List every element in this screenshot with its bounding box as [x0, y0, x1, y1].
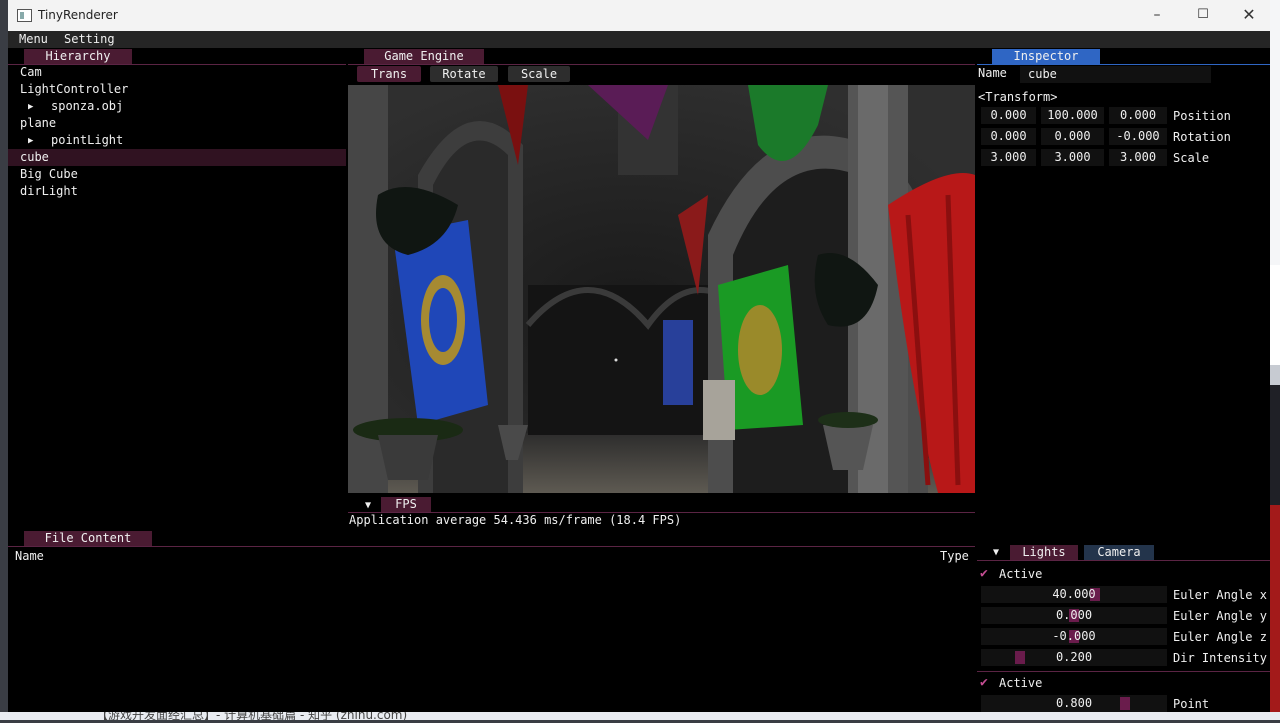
tab-hierarchy[interactable]: Hierarchy — [24, 49, 132, 64]
euler-z-slider[interactable]: -0.000 — [981, 628, 1167, 645]
dir-intensity-slider[interactable]: 0.200 — [981, 649, 1167, 666]
slider-grab[interactable] — [1015, 651, 1025, 664]
tab-file-content[interactable]: File Content — [24, 531, 152, 546]
dir-light-active-label: Active — [999, 567, 1043, 581]
file-column-type[interactable]: Type — [940, 549, 969, 563]
hierarchy-selection-highlight — [8, 149, 346, 166]
scale-x-field[interactable]: 3.000 — [981, 149, 1036, 166]
object-name-input[interactable]: cube — [1020, 66, 1211, 83]
lights-separator — [977, 671, 1270, 672]
dir-intensity-label: Dir Intensity — [1173, 651, 1267, 665]
hierarchy-item-sponza[interactable]: sponza.obj — [51, 99, 123, 113]
point-intensity-slider[interactable]: 0.800 — [981, 695, 1167, 712]
scene-viewport[interactable] — [348, 85, 975, 493]
maximize-button[interactable]: ☐ — [1183, 4, 1223, 26]
window-title: TinyRenderer — [38, 8, 118, 22]
close-button[interactable]: ✕ — [1229, 4, 1269, 26]
euler-y-slider[interactable]: 0.000 — [981, 607, 1167, 624]
fps-readout: Application average 54.436 ms/frame (18.… — [349, 513, 682, 527]
trans-tool-button[interactable]: Trans — [357, 66, 421, 82]
title-bar: TinyRenderer – ☐ ✕ — [8, 0, 1270, 31]
expand-arrow-icon[interactable]: ▶ — [28, 102, 33, 112]
hierarchy-item-big-cube[interactable]: Big Cube — [20, 167, 78, 181]
background-window-edge — [1270, 0, 1280, 720]
tab-camera[interactable]: Camera — [1084, 545, 1154, 560]
inspector-name-label: Name — [978, 66, 1007, 80]
fps-collapse-icon[interactable]: ▼ — [365, 500, 371, 511]
tab-lights[interactable]: Lights — [1010, 545, 1078, 560]
euler-x-label: Euler Angle x — [1173, 588, 1267, 602]
minimize-button[interactable]: – — [1137, 4, 1177, 26]
hierarchy-item-cube[interactable]: cube — [20, 150, 49, 164]
lights-collapse-icon[interactable]: ▼ — [993, 547, 999, 558]
rotation-y-field[interactable]: 0.000 — [1041, 128, 1104, 145]
rotation-x-field[interactable]: 0.000 — [981, 128, 1036, 145]
menu-bar: Menu Setting — [8, 31, 1270, 48]
point-intensity-label: Point Intensit — [1173, 697, 1231, 712]
scale-tool-button[interactable]: Scale — [508, 66, 570, 82]
rotation-label: Rotation — [1173, 130, 1231, 144]
scale-y-field[interactable]: 3.000 — [1041, 149, 1104, 166]
position-label: Position — [1173, 109, 1231, 123]
position-z-field[interactable]: 0.000 — [1109, 107, 1167, 124]
hierarchy-item-lightcontroller[interactable]: LightController — [20, 82, 128, 96]
dir-light-active-checkbox[interactable]: ✔ — [980, 566, 988, 581]
expand-arrow-icon[interactable]: ▶ — [28, 136, 33, 146]
rendered-scene-image — [348, 85, 975, 493]
hierarchy-item-cam[interactable]: Cam — [20, 65, 42, 79]
file-column-name[interactable]: Name — [15, 549, 44, 563]
engine-tab-underline — [348, 64, 975, 65]
slider-grab[interactable] — [1120, 697, 1130, 710]
point-light-active-checkbox[interactable]: ✔ — [980, 675, 988, 690]
file-tab-underline — [8, 546, 975, 547]
transform-header: <Transform> — [978, 90, 1058, 104]
tab-inspector[interactable]: Inspector — [992, 49, 1100, 64]
scale-label: Scale — [1173, 151, 1210, 165]
lights-tab-underline — [977, 560, 1270, 561]
tab-fps[interactable]: FPS — [381, 497, 431, 512]
hierarchy-item-pointlight[interactable]: pointLight — [51, 133, 123, 147]
menu-item-menu[interactable]: Menu — [19, 32, 48, 46]
euler-x-slider[interactable]: 40.000 — [981, 586, 1167, 603]
rotation-z-field[interactable]: -0.000 — [1109, 128, 1167, 145]
tab-game-engine[interactable]: Game Engine — [364, 49, 484, 64]
point-light-active-label: Active — [999, 676, 1043, 690]
app-icon — [17, 9, 32, 22]
rotate-tool-button[interactable]: Rotate — [430, 66, 498, 82]
position-y-field[interactable]: 100.000 — [1041, 107, 1104, 124]
scale-z-field[interactable]: 3.000 — [1109, 149, 1167, 166]
hierarchy-item-plane[interactable]: plane — [20, 116, 56, 130]
euler-z-label: Euler Angle z — [1173, 630, 1267, 644]
menu-item-setting[interactable]: Setting — [64, 32, 115, 46]
hierarchy-item-dirlight[interactable]: dirLight — [20, 184, 78, 198]
app-window: TinyRenderer – ☐ ✕ Menu Setting Hierarch… — [8, 0, 1270, 712]
hierarchy-tab-underline — [8, 64, 346, 65]
inspector-tab-underline — [977, 64, 1270, 65]
position-x-field[interactable]: 0.000 — [981, 107, 1036, 124]
euler-y-label: Euler Angle y — [1173, 609, 1267, 623]
